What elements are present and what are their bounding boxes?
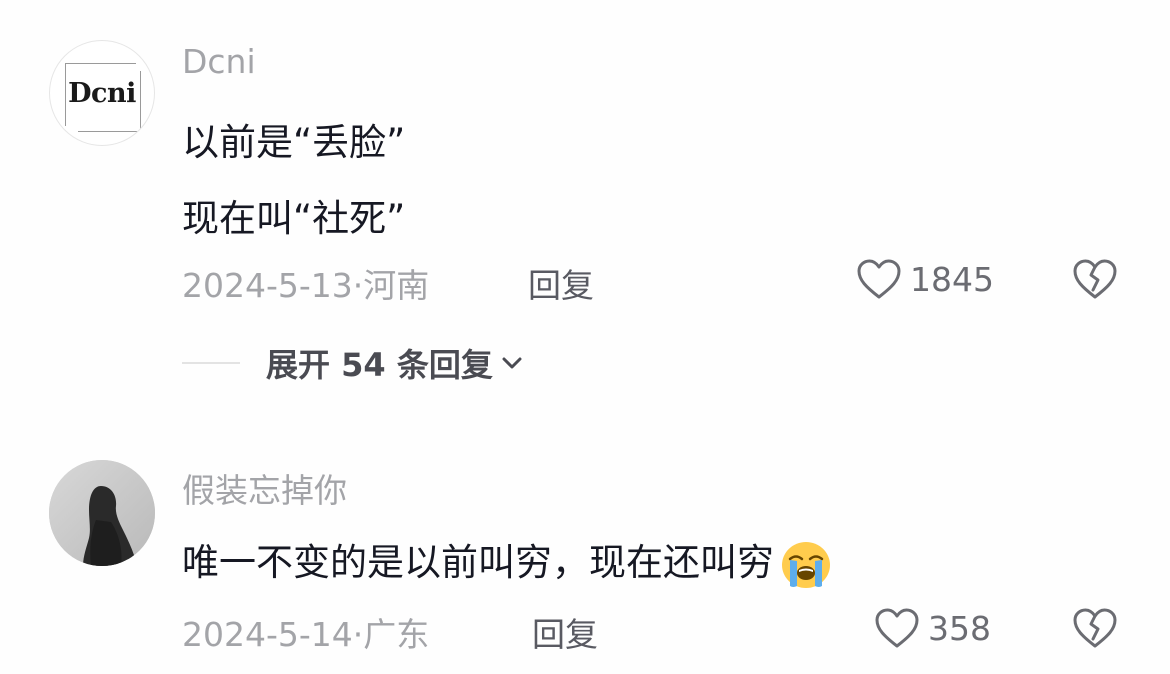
comment-date: 2024-5-14: [182, 615, 353, 654]
loudly-crying-face-icon: [782, 541, 830, 588]
avatar[interactable]: [49, 460, 155, 566]
comment-meta: 2024-5-14·广东: [182, 608, 429, 656]
like-button[interactable]: 358: [874, 607, 991, 649]
avatar-logo-text: Dcni: [68, 77, 136, 109]
comment-text-line-1: 唯一不变的是以前叫穷，现在还叫穷: [182, 532, 834, 591]
comment-text: 唯一不变的是以前叫穷，现在还叫穷: [182, 541, 774, 584]
comment-2: 假装忘掉你 唯一不变的是以前叫穷，现在还叫穷 2024-5-14·广东 回复 3…: [0, 0, 1170, 674]
reply-button[interactable]: 回复: [532, 608, 598, 656]
heart-icon: [875, 608, 919, 648]
comment-location: 广东: [363, 615, 430, 654]
avatar-photo: [49, 460, 155, 566]
broken-heart-icon: [1073, 608, 1117, 648]
meta-separator: ·: [352, 615, 364, 654]
username[interactable]: 假装忘掉你: [182, 464, 347, 512]
like-count: 358: [928, 608, 991, 648]
dislike-button[interactable]: [1072, 607, 1118, 653]
